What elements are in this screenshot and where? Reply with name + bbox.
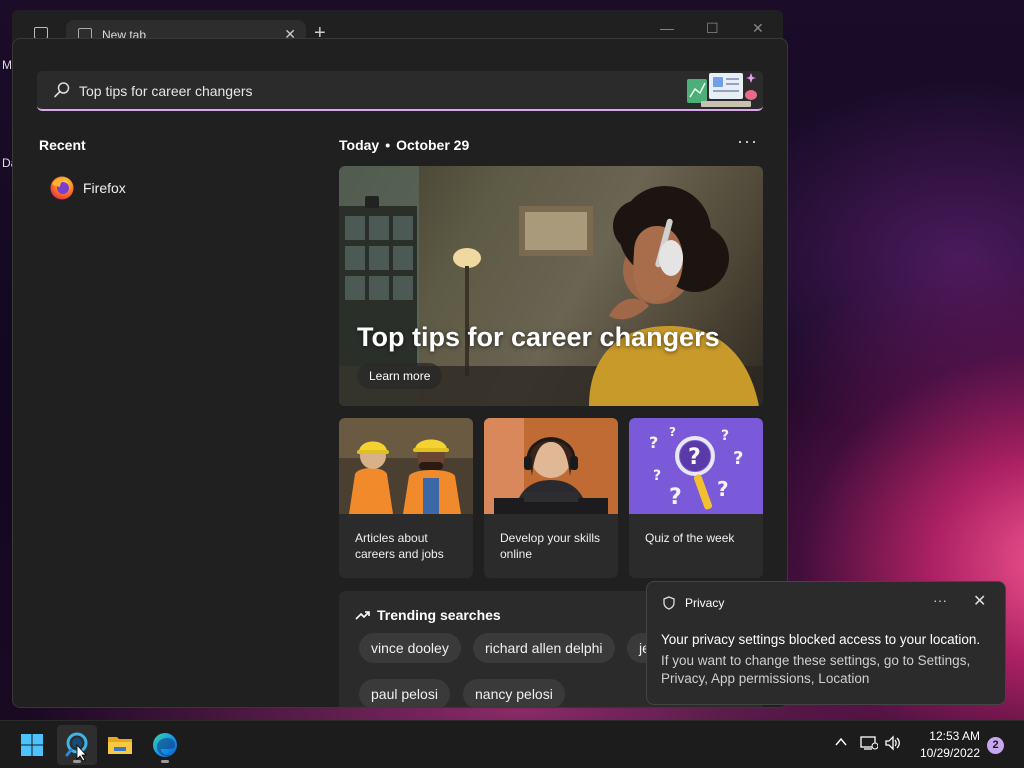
shield-icon bbox=[663, 596, 675, 610]
active-indicator bbox=[73, 760, 81, 763]
search-illustration-icon bbox=[687, 73, 757, 107]
windows-logo-icon bbox=[21, 734, 43, 756]
recent-heading: Recent bbox=[39, 137, 86, 153]
taskbar: 12:53 AM 10/29/2022 2 bbox=[0, 720, 1024, 768]
feed-date-label: October 29 bbox=[396, 137, 470, 153]
trending-chip[interactable]: paul pelosi bbox=[359, 679, 450, 707]
search-input[interactable]: Top tips for career changers bbox=[37, 71, 763, 111]
file-explorer-button[interactable] bbox=[100, 725, 140, 765]
volume-icon[interactable] bbox=[884, 735, 902, 751]
svg-text:?: ? bbox=[653, 468, 661, 484]
trending-heading: Trending searches bbox=[377, 607, 501, 623]
search-input-text[interactable]: Top tips for career changers bbox=[79, 83, 253, 99]
clock-time[interactable]: 12:53 AM bbox=[916, 729, 980, 743]
card-label: Quiz of the week bbox=[645, 531, 735, 545]
trending-chip[interactable]: richard allen delphi bbox=[473, 633, 615, 663]
clock-date[interactable]: 10/29/2022 bbox=[910, 746, 980, 760]
taskbar-search-button[interactable] bbox=[57, 725, 97, 765]
notification-count-badge[interactable]: 2 bbox=[987, 737, 1004, 754]
svg-text:?: ? bbox=[669, 485, 682, 510]
svg-text:?: ? bbox=[733, 448, 743, 469]
svg-text:?: ? bbox=[717, 477, 729, 501]
minimize-icon[interactable]: — bbox=[660, 20, 674, 36]
recent-item-label: Firefox bbox=[83, 180, 126, 196]
quiz-of-week-card[interactable]: ? ? ? ? ? ? ? ? Quiz of the week bbox=[629, 418, 763, 578]
trending-chip[interactable]: vince dooley bbox=[359, 633, 461, 663]
desktop-icon-label[interactable]: M bbox=[2, 58, 12, 72]
svg-text:?: ? bbox=[669, 425, 676, 439]
svg-text:?: ? bbox=[649, 433, 658, 452]
develop-skills-card[interactable]: Develop your skills online bbox=[484, 418, 618, 578]
hero-title[interactable]: Top tips for career changers bbox=[357, 322, 720, 353]
close-window-icon[interactable]: ✕ bbox=[752, 20, 764, 37]
firefox-icon bbox=[50, 176, 74, 200]
card-label: Develop your skills online bbox=[500, 531, 601, 561]
quiz-question-marks-image: ? ? ? ? ? ? ? ? bbox=[629, 418, 763, 514]
search-app-icon bbox=[65, 732, 88, 762]
learn-more-button[interactable]: Learn more bbox=[357, 363, 443, 389]
construction-workers-image bbox=[339, 418, 473, 514]
card-label: Articles about careers and jobs bbox=[355, 531, 444, 561]
toast-title: Privacy bbox=[685, 596, 725, 610]
running-indicator bbox=[161, 760, 169, 763]
articles-careers-card[interactable]: Articles about careers and jobs bbox=[339, 418, 473, 578]
edge-icon bbox=[153, 733, 177, 757]
network-icon[interactable] bbox=[860, 735, 878, 751]
trending-arrow-icon bbox=[355, 611, 370, 620]
feed-date-heading: Today • October 29 bbox=[339, 137, 470, 153]
toast-detail: If you want to change these settings, go… bbox=[661, 653, 971, 686]
edge-button[interactable] bbox=[145, 725, 185, 765]
chevron-up-icon[interactable] bbox=[834, 735, 848, 749]
svg-text:?: ? bbox=[688, 445, 701, 470]
start-button[interactable] bbox=[12, 725, 52, 765]
toast-message: Your privacy settings blocked access to … bbox=[661, 632, 981, 647]
hero-article-card[interactable]: Top tips for career changers Learn more bbox=[339, 166, 763, 406]
folder-icon bbox=[108, 737, 132, 754]
maximize-icon[interactable]: ☐ bbox=[706, 20, 719, 37]
recent-item-firefox[interactable]: Firefox bbox=[47, 175, 197, 203]
search-icon bbox=[54, 82, 70, 98]
headset-person-image bbox=[484, 418, 618, 514]
svg-text:?: ? bbox=[721, 428, 729, 444]
feed-more-options-icon[interactable]: ··· bbox=[737, 131, 758, 152]
trending-chip[interactable]: nancy pelosi bbox=[463, 679, 565, 707]
toast-close-icon[interactable]: ✕ bbox=[973, 591, 986, 611]
feed-day-label: Today bbox=[339, 137, 380, 153]
privacy-notification-toast[interactable]: Privacy ··· ✕ Your privacy settings bloc… bbox=[646, 581, 1006, 705]
toast-more-options-icon[interactable]: ··· bbox=[933, 592, 947, 608]
